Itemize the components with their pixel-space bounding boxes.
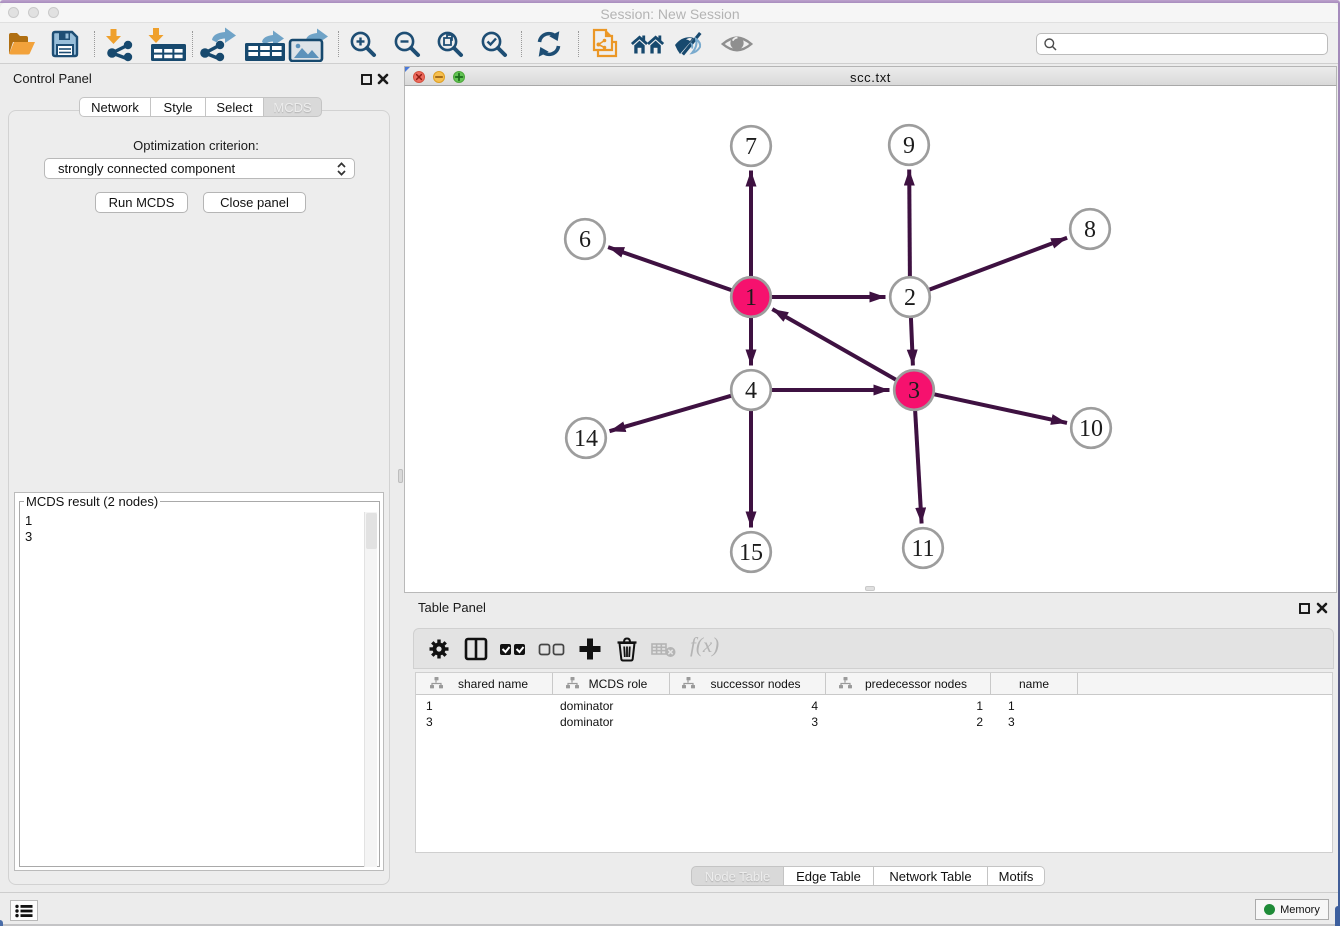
svg-text:4: 4 xyxy=(745,378,757,404)
svg-text:15: 15 xyxy=(739,540,763,566)
svg-text:14: 14 xyxy=(574,426,598,452)
svg-text:3: 3 xyxy=(908,378,920,404)
svg-text:10: 10 xyxy=(1079,416,1103,442)
svg-text:7: 7 xyxy=(745,134,757,160)
svg-text:1: 1 xyxy=(745,285,757,311)
svg-text:6: 6 xyxy=(579,227,591,253)
svg-text:2: 2 xyxy=(904,285,916,311)
svg-text:9: 9 xyxy=(903,133,915,159)
svg-text:11: 11 xyxy=(911,536,934,562)
svg-text:8: 8 xyxy=(1084,217,1096,243)
